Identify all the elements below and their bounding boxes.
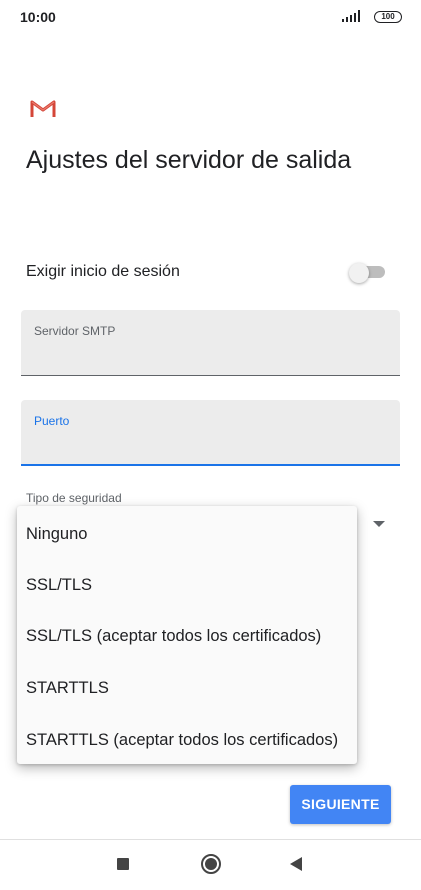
- security-type-menu: Ninguno SSL/TLS SSL/TLS (aceptar todos l…: [17, 506, 357, 764]
- smtp-server-input[interactable]: [34, 344, 384, 368]
- toggle-thumb: [349, 263, 369, 283]
- require-signin-toggle[interactable]: [349, 263, 385, 283]
- menu-item-ssl-tls-all-certs[interactable]: SSL/TLS (aceptar todos los certificados): [17, 612, 357, 660]
- security-type-label: Tipo de seguridad: [26, 491, 122, 505]
- next-button[interactable]: SIGUIENTE: [290, 785, 391, 824]
- port-field[interactable]: Puerto: [21, 400, 400, 466]
- screen: 10:00 100 Ajustes del servidor de salida…: [0, 0, 421, 890]
- home-icon[interactable]: [201, 854, 221, 874]
- menu-item-starttls-all-certs[interactable]: STARTTLS (aceptar todos los certificados…: [17, 716, 357, 764]
- recent-apps-icon[interactable]: [117, 858, 129, 870]
- require-signin-row[interactable]: Exigir inicio de sesión: [0, 252, 421, 292]
- port-label: Puerto: [34, 414, 70, 428]
- menu-item-ssl-tls[interactable]: SSL/TLS: [17, 561, 357, 609]
- status-time: 10:00: [20, 9, 56, 25]
- menu-item-starttls[interactable]: STARTTLS: [17, 664, 357, 712]
- smtp-server-field[interactable]: Servidor SMTP: [21, 310, 400, 376]
- chevron-down-icon[interactable]: [373, 521, 385, 527]
- smtp-server-label: Servidor SMTP: [34, 324, 116, 338]
- page-title: Ajustes del servidor de salida: [26, 146, 352, 174]
- battery-icon: 100: [374, 11, 402, 23]
- back-icon[interactable]: [290, 857, 302, 871]
- require-signin-label: Exigir inicio de sesión: [26, 263, 180, 280]
- nav-bar: [0, 840, 421, 890]
- status-bar: 10:00 100: [0, 0, 421, 34]
- menu-item-ninguno[interactable]: Ninguno: [17, 510, 357, 558]
- signal-icon: [342, 10, 360, 22]
- port-input[interactable]: [34, 434, 384, 458]
- gmail-logo: [30, 100, 56, 117]
